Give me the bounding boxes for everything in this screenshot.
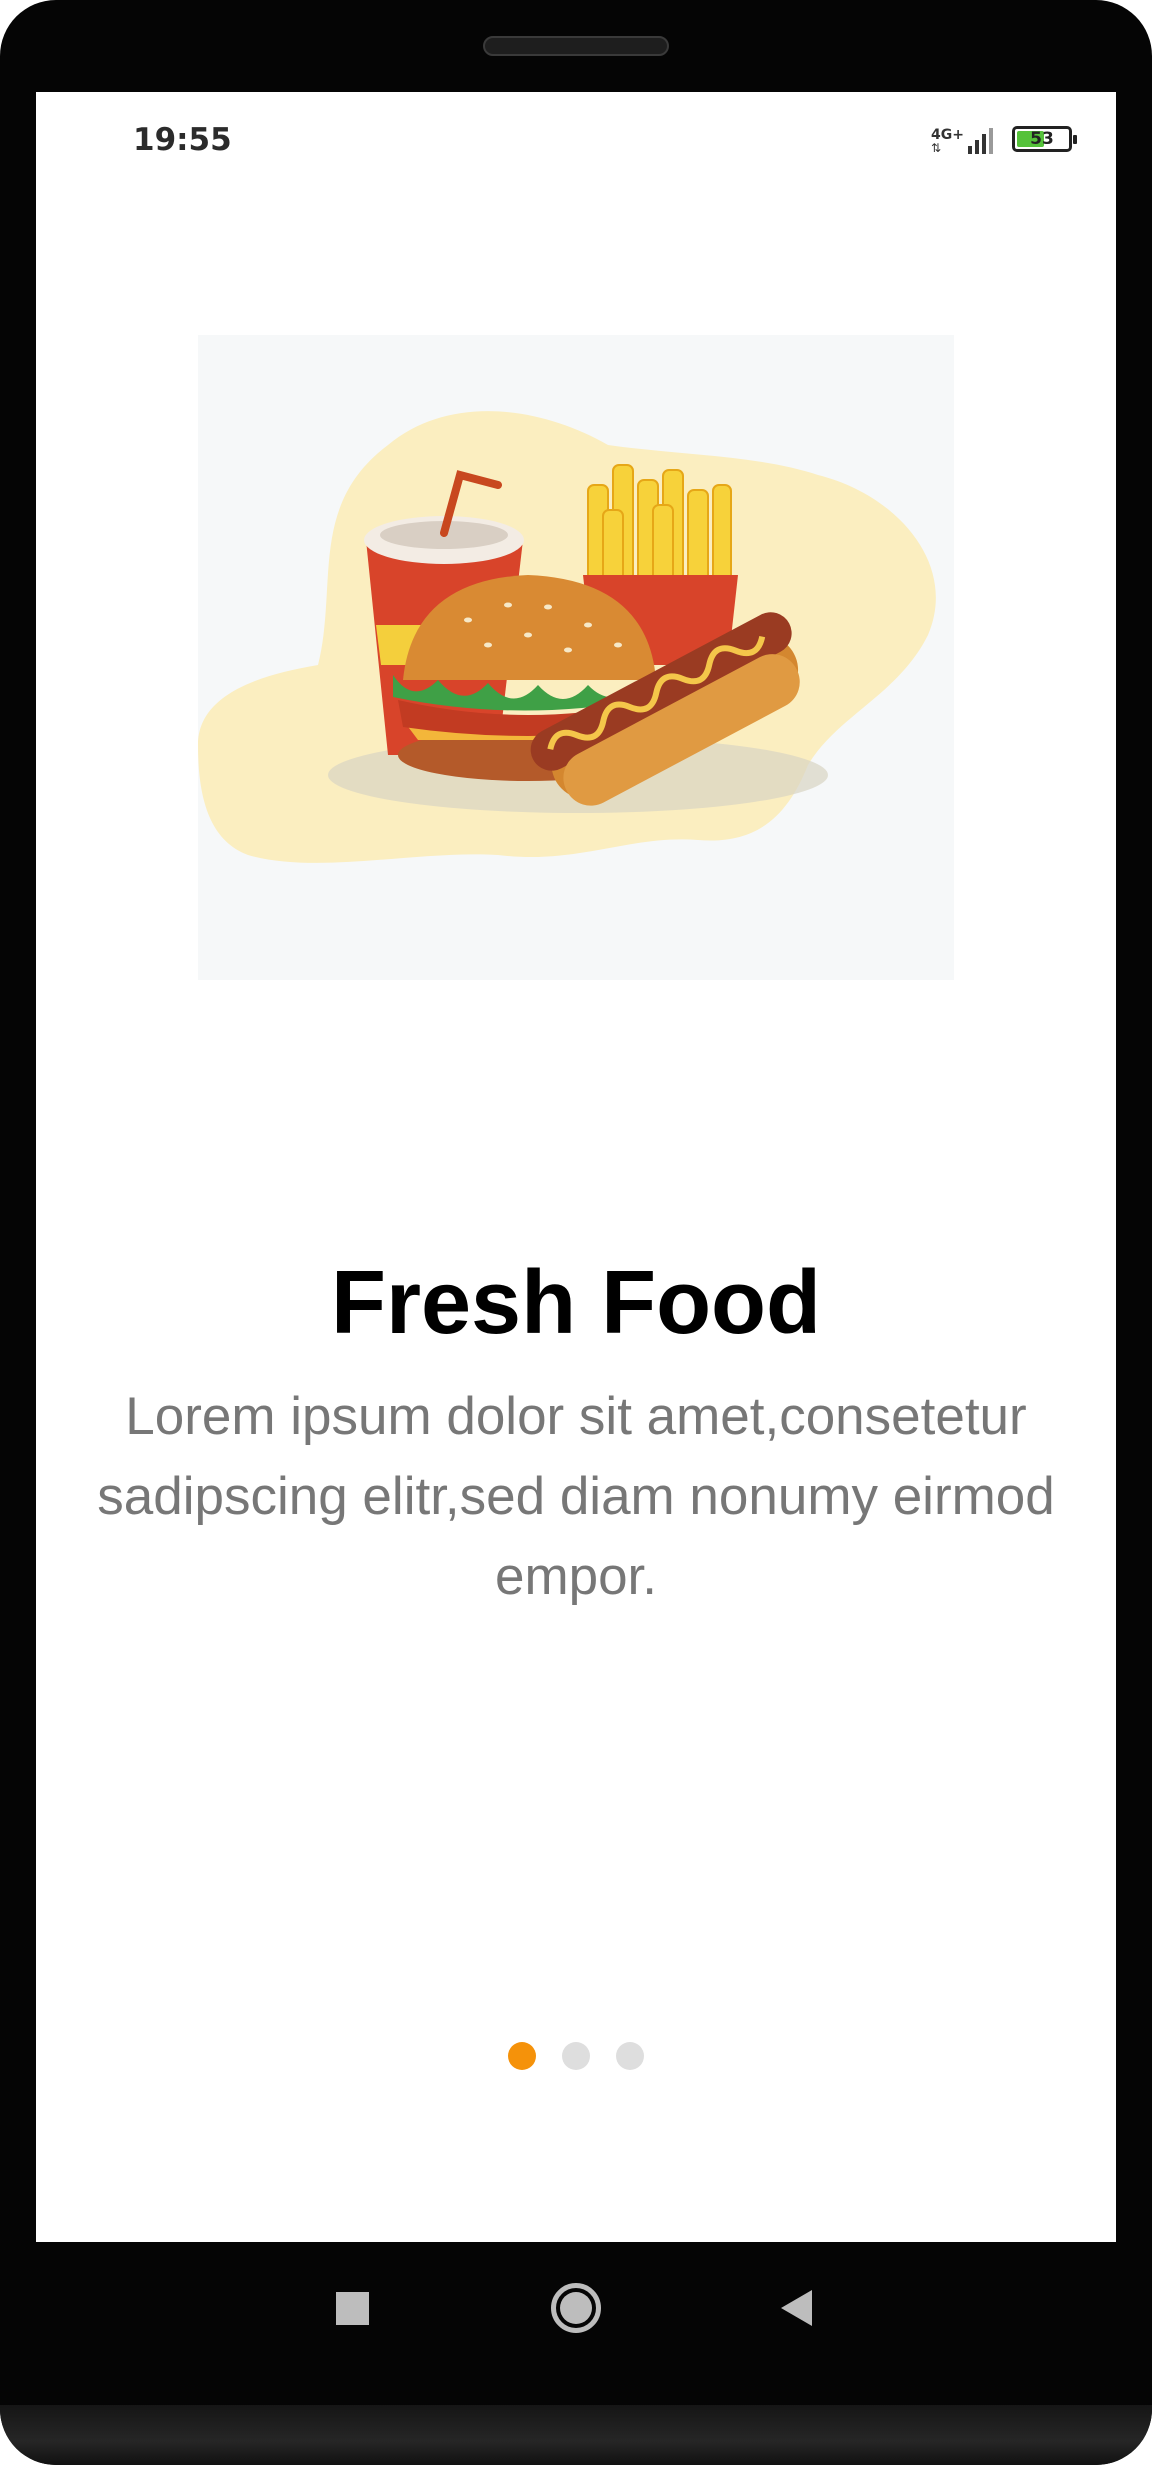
- fast-food-illustration: [198, 335, 954, 980]
- phone-frame: 19:55 4G+ ⇅ 53 Fresh Food Lorem ipsum do…: [0, 0, 1152, 2465]
- page-indicator[interactable]: [36, 2042, 1116, 2070]
- recents-button[interactable]: [320, 2276, 384, 2340]
- status-time: 19:55: [133, 122, 232, 158]
- recents-icon: [335, 2291, 369, 2325]
- back-button[interactable]: [764, 2276, 828, 2340]
- onboarding-description: Lorem ipsum dolor sit amet,consetetur sa…: [97, 1387, 1055, 1606]
- page-dot-active[interactable]: [508, 2042, 536, 2070]
- page-dot[interactable]: [562, 2042, 590, 2070]
- signal-group: 4G+ ⇅: [931, 124, 998, 154]
- system-nav-bar: [0, 2242, 1152, 2372]
- signal-icon: [968, 128, 993, 154]
- page-dot[interactable]: [616, 2042, 644, 2070]
- home-icon: [551, 2283, 601, 2333]
- network-type: 4G+: [931, 127, 964, 143]
- back-icon: [780, 2290, 812, 2326]
- status-icons: 4G+ ⇅ 53: [931, 122, 1077, 156]
- app-screen: 19:55 4G+ ⇅ 53 Fresh Food Lorem ipsum do…: [36, 92, 1116, 2242]
- bottom-bezel: [0, 2405, 1152, 2465]
- food-icon: [198, 411, 936, 863]
- onboarding-title: Fresh Food: [331, 1253, 821, 1353]
- data-arrows-icon: ⇅: [931, 141, 942, 155]
- battery-icon: 53: [1012, 126, 1077, 152]
- home-button[interactable]: [544, 2276, 608, 2340]
- earpiece-speaker: [483, 36, 669, 56]
- battery-percentage: 53: [1030, 129, 1054, 149]
